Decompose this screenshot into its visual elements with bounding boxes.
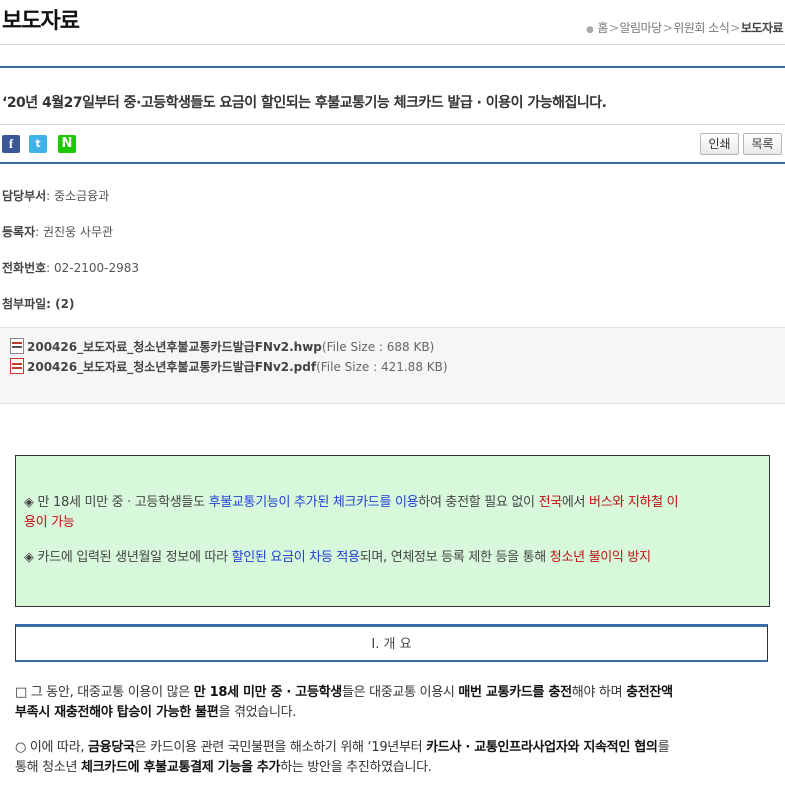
meta-value: : (2) [46,297,75,311]
attachment-size: (File Size : 688 KB) [321,340,435,354]
body-bold: 만 18세 미만 중 · 고등학생 [193,685,343,700]
summary-line-1: ◈ 만 18세 미만 중 · 고등학생들도 후불교통기능이 추가된 체크카드를 … [24,493,761,533]
body-text: ○ 이에 따라, [15,740,89,755]
body-bold: 충전잔액 [626,685,673,700]
summary-highlight: 후불교통기능이 추가된 체크카드를 이용 [208,495,419,510]
body-text: 들은 대중교통 이용시 [341,685,459,700]
body-text: 하는 방안을 추진하였습니다. [280,760,432,775]
naver-icon[interactable]: N [58,135,76,153]
body-bold: 부족시 재충전해야 탑승이 가능한 불편 [15,705,219,720]
attachment-item[interactable]: 200426_보도자료_청소년후불교통카드발급FNv2.pdf(File Siz… [10,358,448,375]
twitter-icon[interactable]: t [29,135,47,153]
body-text: 은 카드이용 관련 국민불편을 해소하기 위해 ‘19년부터 [134,740,427,755]
facebook-icon[interactable]: f [2,135,20,153]
meta-label: 첨부파일 [2,297,47,311]
hwp-file-icon [10,338,24,354]
body-paragraph-2: ○ 이에 따라, 금융당국은 카드이용 관련 국민불편을 해소하기 위해 ‘19… [15,738,770,778]
attachment-size: (File Size : 421.88 KB) [316,360,448,374]
summary-text: 되며, 연체정보 등록 제한 등을 통해 [359,550,550,565]
chevron-right-icon: > [730,21,740,35]
body-bold: 금융당국 [88,740,135,755]
list-button[interactable]: 목록 [743,133,782,155]
title-divider [0,124,785,125]
body-text: 해야 하며 [571,685,627,700]
body-text: □ 그 동안, 대중교통 이용이 많은 [15,685,194,700]
attachment-name[interactable]: 200426_보도자료_청소년후불교통카드발급FNv2.hwp [27,340,322,354]
meta-author: 등록자: 권진웅 사무관 [2,223,113,240]
summary-highlight: 전국 [538,495,563,510]
breadcrumb-home[interactable]: 홈 [597,21,608,35]
summary-highlight: 용이 가능 [24,515,75,530]
body-text: 을 겪었습니다. [218,705,297,720]
breadcrumb: ● 홈>알림마당>위원회 소식>보도자료 [586,19,783,36]
meta-value: : 중소금융과 [46,189,110,203]
summary-text: 에서 [561,495,590,510]
summary-text: ◈ 카드에 입력된 생년월일 정보에 따라 [24,550,232,565]
meta-phone: 전화번호: 02-2100-2983 [2,259,139,276]
body-bold: 카드사 · 교통인프라사업자와 지속적인 협의 [426,740,658,755]
meta-label: 전화번호 [2,261,47,275]
breadcrumb-committee-news[interactable]: 위원회 소식 [673,21,730,35]
header-divider [0,44,785,45]
body-bold: 매번 교통카드를 충전 [458,685,572,700]
pdf-file-icon [10,358,24,374]
meta-top-rule [0,162,785,164]
body-text: 통해 청소년 [15,760,81,775]
attachment-name[interactable]: 200426_보도자료_청소년후불교통카드발급FNv2.pdf [27,360,316,374]
chevron-right-icon: > [662,21,673,35]
meta-attachments: 첨부파일: (2) [2,295,74,312]
summary-highlight: 청소년 불이익 방지 [549,550,651,565]
bullet-icon: ● [586,25,594,35]
article-title: ‘20년 4월27일부터 중·고등학생들도 요금이 할인되는 후불교통기능 체크… [2,95,607,111]
summary-highlight: 할인된 요금이 차등 적용 [231,550,360,565]
print-button[interactable]: 인쇄 [700,133,739,155]
summary-line-2: ◈ 카드에 입력된 생년월일 정보에 따라 할인된 요금이 차등 적용되며, 연… [24,548,761,568]
breadcrumb-notice[interactable]: 알림마당 [620,21,663,35]
meta-value: : 권진웅 사무관 [35,225,114,239]
body-text: 를 [657,740,670,755]
summary-text: 하여 충전할 필요 없이 [418,495,539,510]
summary-text: ◈ 만 18세 미만 중 · 고등학생들도 [24,495,209,510]
page-title: 보도자료 [2,9,80,34]
meta-value: : 02-2100-2983 [46,261,140,275]
summary-box: ◈ 만 18세 미만 중 · 고등학생들도 후불교통기능이 추가된 체크카드를 … [15,455,770,607]
summary-highlight: 버스와 지하철 이 [589,495,679,510]
attachment-item[interactable]: 200426_보도자료_청소년후불교통카드발급FNv2.hwp(File Siz… [10,338,434,355]
chevron-right-icon: > [608,21,619,35]
meta-department: 담당부서: 중소금융과 [2,187,109,204]
overview-heading: Ⅰ. 개 요 [15,624,768,662]
meta-label: 등록자 [2,225,36,239]
body-bold: 체크카드에 후불교통결제 기능을 추가 [80,760,281,775]
breadcrumb-current[interactable]: 보도자료 [741,21,784,35]
body-paragraph-1: □ 그 동안, 대중교통 이용이 많은 만 18세 미만 중 · 고등학생들은 … [15,683,770,723]
article-top-rule [0,66,785,68]
meta-label: 담당부서 [2,189,47,203]
